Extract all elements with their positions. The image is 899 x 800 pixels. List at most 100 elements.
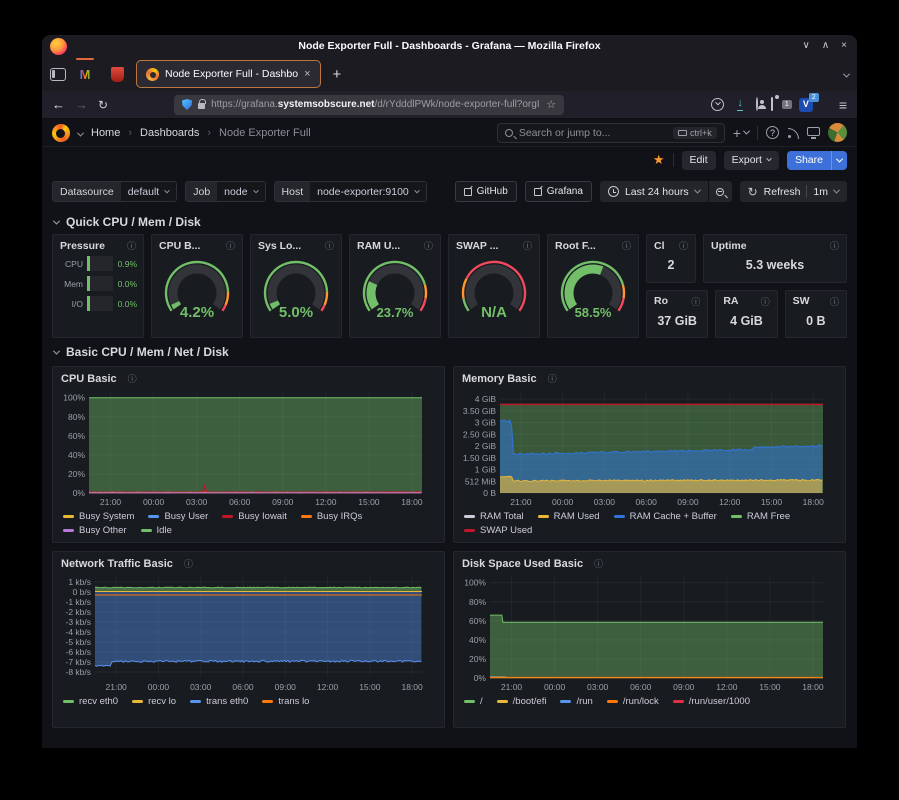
svg-text:12:00: 12:00 — [716, 682, 738, 692]
svg-text:12:00: 12:00 — [317, 682, 339, 692]
info-icon: ⓘ — [424, 239, 433, 252]
reload-button[interactable]: ↻ — [98, 98, 108, 112]
legend-swatch — [132, 700, 143, 703]
share-button[interactable]: Share — [787, 151, 847, 170]
svg-text:18:00: 18:00 — [401, 497, 423, 507]
disk-basic-legend: / /boot/efi/run/run/lock/run/user/1000 — [454, 694, 845, 711]
tab-close-icon[interactable]: × — [304, 68, 310, 80]
panel-root-fs[interactable]: Root F...ⓘ 58.5% — [547, 234, 639, 338]
legend-item[interactable]: RAM Free — [731, 511, 790, 522]
tracking-protection-icon[interactable] — [182, 99, 192, 110]
legend-label: SWAP Used — [480, 525, 532, 536]
github-link-button[interactable]: GitHub — [455, 181, 517, 202]
panel-sys-load[interactable]: Sys Lo...ⓘ 5.0% — [250, 234, 342, 338]
section-basic[interactable]: Basic CPU / Mem / Net / Disk — [42, 338, 857, 364]
breadcrumb-dashboards[interactable]: Dashboards — [140, 127, 199, 139]
user-avatar[interactable] — [828, 123, 847, 142]
pinned-tab-red[interactable] — [104, 61, 130, 87]
pinned-tab-gmail[interactable]: M — [72, 61, 98, 87]
pressure-row: Mem0.0% — [59, 276, 137, 291]
export-button[interactable]: Export — [724, 151, 779, 170]
vimium-extension-icon[interactable]: V2 — [799, 98, 813, 112]
legend-item[interactable]: SWAP Used — [464, 525, 532, 536]
favorite-star-icon[interactable]: ★ — [653, 152, 665, 168]
panel-cpu-basic[interactable]: CPU Basicⓘ 0%20%40%60%80%100%21:0000:000… — [52, 366, 445, 543]
legend-item[interactable]: RAM Total — [464, 511, 524, 522]
svg-text:00:00: 00:00 — [148, 682, 170, 692]
host-select[interactable]: node-exporter:9100 — [310, 182, 426, 201]
panel-memory-basic[interactable]: Memory Basicⓘ 0 B512 MiB1 GiB1.50 GiB2 G… — [453, 366, 846, 543]
zoom-out-button[interactable] — [708, 181, 732, 202]
news-icon[interactable] — [787, 127, 799, 139]
legend-item[interactable]: RAM Used — [538, 511, 600, 522]
legend-item[interactable]: /boot/efi — [497, 696, 547, 707]
tab-node-exporter[interactable]: Node Exporter Full - Dashbo × — [136, 60, 321, 88]
datasource-select[interactable]: default — [121, 182, 177, 201]
job-select[interactable]: node — [217, 182, 264, 201]
legend-item[interactable]: recv lo — [132, 696, 176, 707]
svg-text:0 B: 0 B — [483, 488, 496, 498]
new-tab-button[interactable]: + — [327, 66, 348, 83]
legend-swatch — [63, 515, 74, 518]
panel-rootfs-total[interactable]: Roⓘ 37 GiB — [646, 290, 708, 339]
legend-item[interactable]: / — [464, 696, 483, 707]
share-chevron-icon[interactable] — [831, 151, 847, 170]
legend-item[interactable]: Busy IRQs — [301, 511, 362, 522]
svg-text:2.50 GiB: 2.50 GiB — [463, 429, 496, 439]
forward-button[interactable]: → — [75, 97, 88, 112]
legend-item[interactable]: recv eth0 — [63, 696, 118, 707]
svg-text:-6 kb/s: -6 kb/s — [65, 647, 91, 657]
downloads-icon[interactable]: ↓ — [737, 98, 743, 111]
svg-text:06:00: 06:00 — [636, 497, 658, 507]
extensions-icon[interactable] — [771, 97, 773, 111]
breadcrumb-home[interactable]: Home — [91, 127, 120, 139]
pocket-icon[interactable] — [711, 98, 724, 111]
legend-item[interactable]: Busy System — [63, 511, 134, 522]
charts-row-1: CPU Basicⓘ 0%20%40%60%80%100%21:0000:000… — [42, 366, 857, 543]
url-bar[interactable]: https://grafana.systemsobscure.net/d/rYd… — [174, 95, 564, 115]
legend-item[interactable]: Busy Iowait — [222, 511, 287, 522]
legend-item[interactable]: /run/user/1000 — [673, 696, 750, 707]
panel-cpu-busy[interactable]: CPU B...ⓘ 4.2% — [151, 234, 243, 338]
panel-swap-used[interactable]: SWAP ...ⓘ N/A — [448, 234, 540, 338]
account-icon[interactable] — [756, 97, 758, 111]
panel-pressure[interactable]: Pressureⓘ CPU0.9%Mem0.0%I/O0.0% — [52, 234, 144, 338]
window-close-button[interactable]: × — [841, 35, 847, 57]
help-icon[interactable]: ? — [766, 126, 779, 139]
edit-button[interactable]: Edit — [682, 151, 716, 170]
display-icon[interactable] — [807, 127, 820, 136]
legend-item[interactable]: Busy User — [148, 511, 208, 522]
list-all-tabs-icon[interactable] — [844, 65, 849, 83]
time-range-picker[interactable]: Last 24 hours — [600, 181, 708, 202]
panel-network-basic[interactable]: Network Traffic Basicⓘ 1 kb/s0 b/s-1 kb/… — [52, 551, 445, 728]
legend-item[interactable]: Idle — [141, 525, 172, 536]
sys-load-gauge: 5.0% — [254, 253, 338, 335]
legend-item[interactable]: RAM Cache + Buffer — [614, 511, 717, 522]
firefox-view-icon[interactable] — [50, 68, 66, 81]
grafana-logo-icon[interactable] — [52, 124, 70, 142]
window-maximize-button[interactable]: ∧ — [822, 35, 829, 57]
window-minimize-button[interactable]: ∨ — [803, 35, 810, 57]
nav-chevron-icon[interactable] — [77, 129, 84, 136]
legend-item[interactable]: /run — [560, 696, 592, 707]
search-input[interactable]: Search or jump to... ctrl+k — [497, 123, 725, 143]
legend-item[interactable]: /run/lock — [607, 696, 659, 707]
grafana-link-button[interactable]: Grafana — [525, 181, 592, 202]
panel-cpu-cores[interactable]: Clⓘ 2 — [646, 234, 696, 283]
add-button[interactable]: + — [733, 125, 749, 141]
panel-swap-total[interactable]: SWⓘ 0 B — [785, 290, 847, 339]
svg-text:15:00: 15:00 — [359, 682, 381, 692]
panel-ram-used[interactable]: RAM U...ⓘ 23.7% — [349, 234, 441, 338]
section-quick[interactable]: Quick CPU / Mem / Disk — [42, 208, 857, 234]
variable-controls: Datasource default Job node Host node-ex… — [42, 173, 857, 208]
legend-item[interactable]: trans lo — [262, 696, 309, 707]
panel-ram-total[interactable]: RAⓘ 4 GiB — [715, 290, 777, 339]
menu-icon[interactable]: ≡ — [839, 98, 847, 112]
bookmark-star-icon[interactable]: ☆ — [546, 98, 556, 111]
refresh-control[interactable]: ↻Refresh 1m — [740, 181, 847, 202]
legend-item[interactable]: Busy Other — [63, 525, 127, 536]
panel-disk-basic[interactable]: Disk Space Used Basicⓘ 0%20%40%60%80%100… — [453, 551, 846, 728]
panel-uptime[interactable]: Uptimeⓘ 5.3 weeks — [703, 234, 847, 283]
legend-item[interactable]: trans eth0 — [190, 696, 248, 707]
back-button[interactable]: ← — [52, 97, 65, 112]
